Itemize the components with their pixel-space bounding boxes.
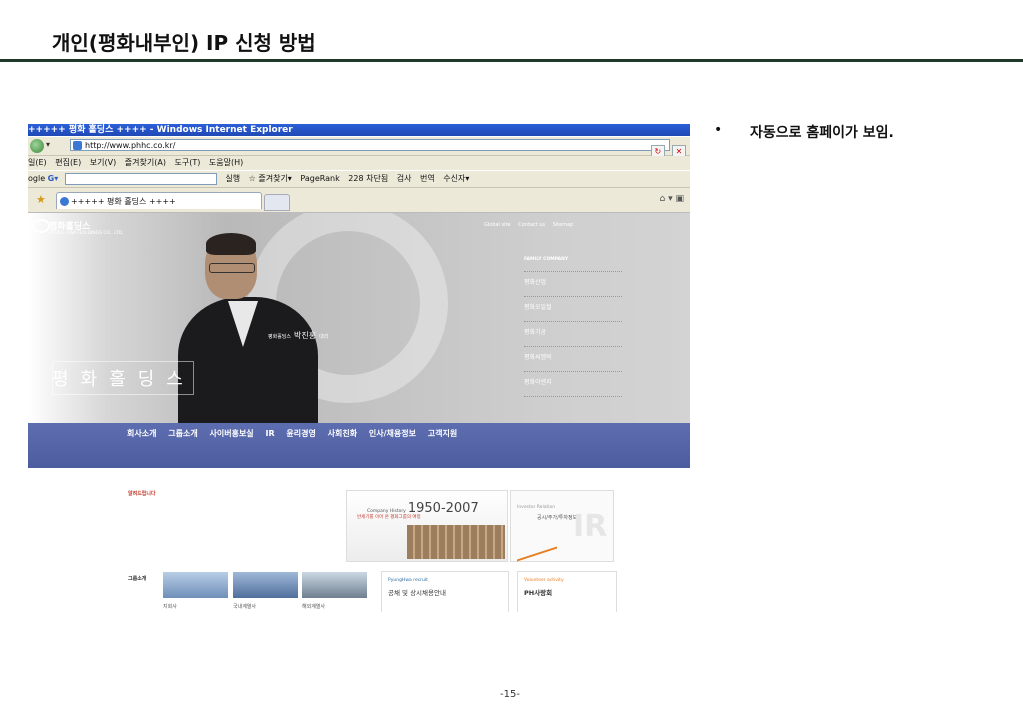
new-tab-button[interactable] (264, 194, 290, 211)
site-logo-subtitle: PYUNG HWA HOLDINGS CO., LTD. (49, 231, 124, 236)
contact-link[interactable]: Contact us (518, 222, 545, 228)
google-label: ogle (28, 174, 46, 183)
menu-edit[interactable]: 편집(E) (55, 158, 81, 167)
favorites-button[interactable]: ☆ 즐겨찾기▾ (249, 174, 292, 183)
history-subtitle: 반세기를 이어 온 평화그룹의 여정 (357, 515, 421, 520)
volunteer-label: Volunteer activity (524, 578, 564, 583)
hero-title: 평화홀딩스 (52, 369, 195, 390)
recruit-banner[interactable]: PyungHwa recruit 공채 및 상시채용안내 (381, 571, 509, 612)
favorites-star-icon[interactable]: ★ (36, 193, 46, 206)
nav-item[interactable]: 고객지원 (428, 429, 457, 438)
chart-arrow-icon (517, 534, 557, 562)
sitemap-link[interactable]: Sitemap (553, 222, 574, 228)
dropdown-icon[interactable]: ▾ (46, 140, 50, 149)
ir-label: Investor Relation (517, 505, 556, 510)
sender-button[interactable]: 수신자▾ (443, 174, 469, 183)
family-item[interactable]: 평화이엔지 (524, 372, 622, 397)
tab-bar: ★ +++++ 평화 홀딩스 ++++ ⌂ ▾ ▣ (28, 188, 690, 213)
menu-bar: 일(E) 편집(E) 보기(V) 즐겨찾기(A) 도구(T) 도움말(H) (28, 156, 690, 170)
family-company-list: FAMILY COMPANY 평화산업 평화오일씰 평화기공 평화씨엠비 평화이… (524, 257, 622, 397)
recruit-label: PyungHwa recruit (388, 578, 428, 583)
family-item[interactable]: 평화오일씰 (524, 297, 622, 322)
popup-blocked-button[interactable]: 228 차단됨 (348, 174, 388, 183)
menu-file[interactable]: 일(E) (28, 158, 47, 167)
ie-icon (60, 197, 69, 206)
family-item[interactable]: 평화씨엠비 (524, 347, 622, 372)
lower-section: 알려드립니다 Company History 1950-2007 반세기를 이어 … (28, 468, 690, 612)
nav-item[interactable]: IR (265, 429, 274, 438)
menu-favorites[interactable]: 즐겨찾기(A) (125, 158, 166, 167)
nav-item[interactable]: 회사소개 (127, 429, 156, 438)
browser-screenshot: +++++ 평화 홀딩스 ++++ - Windows Internet Exp… (28, 124, 690, 612)
group-label: 그룹소개 (128, 576, 147, 582)
translate-button[interactable]: 번역 (420, 174, 435, 183)
ir-subtitle: 공시/주가/투자정보 (537, 515, 578, 521)
pagerank-button[interactable]: PageRank (300, 174, 339, 183)
recruit-text: 공채 및 상시채용안내 (388, 589, 446, 597)
ir-big-text: IR (573, 509, 608, 544)
volunteer-banner[interactable]: Volunteer activity PH사랑회 (517, 571, 617, 612)
tab-title: +++++ 평화 홀딩스 ++++ (71, 197, 176, 206)
nav-item[interactable]: 사이버홍보실 (210, 429, 254, 438)
nav-item[interactable]: 그룹소개 (168, 429, 197, 438)
thumb-overseas[interactable]: 해외계열사 (302, 572, 367, 610)
google-toolbar: ogle G▾ 실행 ☆ 즐겨찾기▾ PageRank 228 차단됨 검사 번… (28, 171, 690, 188)
menu-tools[interactable]: 도구(T) (174, 158, 200, 167)
google-search-input[interactable] (64, 172, 217, 185)
google-button[interactable]: G▾ (48, 174, 59, 183)
title-divider (0, 59, 1023, 62)
employee-caption: 평화홀딩스 박진홍 대리 (268, 331, 329, 340)
family-item[interactable]: 평화산업 (524, 272, 622, 297)
thumb-headquarters[interactable]: 지회사 (163, 572, 228, 610)
volunteer-text: PH사랑회 (524, 589, 553, 597)
website-content: 평화홀딩스 PYUNG HWA HOLDINGS CO., LTD. Globa… (28, 213, 690, 612)
global-site-link[interactable]: Global site (484, 222, 511, 228)
browser-tab[interactable]: +++++ 평화 홀딩스 ++++ (56, 192, 262, 209)
nav-item[interactable]: 윤리경영 (286, 429, 315, 438)
top-links: Global site Contact us Sitemap (484, 222, 579, 228)
site-nav: 회사소개 그룹소개 사이버홍보실 IR 윤리경영 사회친화 인사/채용정보 고객… (28, 423, 690, 468)
bullet-mark: • (714, 122, 723, 138)
address-url: http://www.phhc.co.kr/ (85, 141, 176, 150)
home-icon[interactable]: ⌂ ▾ ▣ (660, 194, 684, 204)
menu-view[interactable]: 보기(V) (90, 158, 116, 167)
ir-banner[interactable]: Investor Relation 공시/주가/투자정보 IR (510, 490, 614, 562)
hero-banner: 평화홀딩스 PYUNG HWA HOLDINGS CO., LTD. Globa… (28, 213, 690, 427)
nav-item[interactable]: 인사/채용정보 (369, 429, 416, 438)
slide-title: 개인(평화내부인) IP 신청 방법 (52, 31, 316, 55)
family-title: FAMILY COMPANY (524, 257, 622, 272)
address-bar-row: ▾ http://www.phhc.co.kr/ ↻ ✕ (28, 137, 690, 159)
building-image (407, 525, 505, 559)
check-button[interactable]: 검사 (397, 174, 412, 183)
window-title: +++++ 평화 홀딩스 ++++ - Windows Internet Exp… (28, 124, 690, 136)
page-icon (73, 141, 82, 150)
page-number: -15- (500, 689, 520, 700)
run-button[interactable]: 실행 (225, 174, 240, 183)
bullet-text: 자동으로 홈페이가 보임. (750, 125, 894, 141)
notice-link[interactable]: 알려드립니다 (128, 490, 156, 497)
company-history-banner[interactable]: Company History 1950-2007 반세기를 이어 온 평화그룹의… (346, 490, 508, 562)
family-item[interactable]: 평화기공 (524, 322, 622, 347)
back-icon[interactable] (30, 139, 44, 153)
logo-icon (32, 219, 50, 233)
thumb-domestic[interactable]: 국내계열사 (233, 572, 298, 610)
address-input[interactable]: http://www.phhc.co.kr/ (70, 139, 670, 151)
menu-help[interactable]: 도움말(H) (209, 158, 243, 167)
nav-item[interactable]: 사회친화 (328, 429, 357, 438)
